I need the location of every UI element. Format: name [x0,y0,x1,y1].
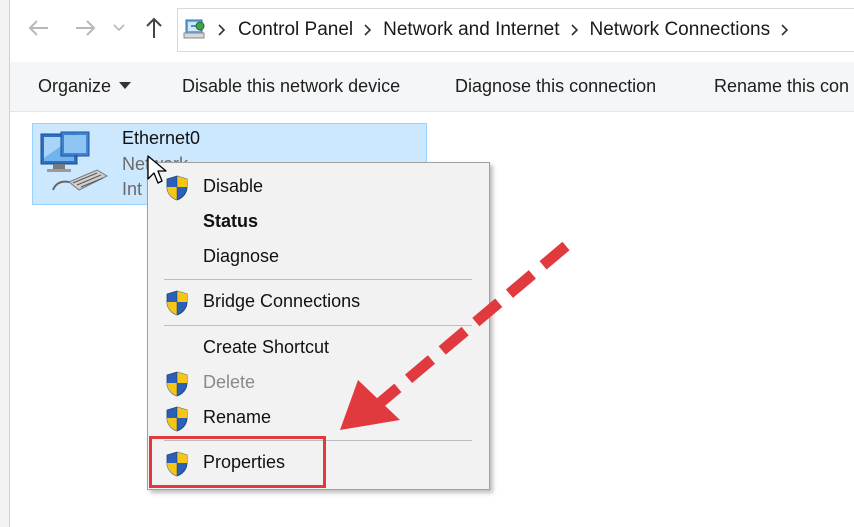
diagnose-connection-button[interactable]: Diagnose this connection [455,62,656,111]
uac-shield-icon [165,290,189,316]
menu-item-label: Diagnose [203,246,280,266]
menu-item-label: Delete [203,372,256,392]
uac-shield-icon [165,406,189,432]
network-adapter-icon [39,130,111,200]
annotation-arrow-icon [340,241,570,430]
forward-arrow-icon[interactable] [72,14,98,42]
breadcrumb-network-connections[interactable]: Network Connections [590,19,771,41]
properties-highlight-box [149,436,326,488]
menu-item-label: Rename [203,407,272,427]
address-bar[interactable]: Control Panel Network and Internet Netwo… [177,8,854,52]
menu-item-label: Status [203,211,259,231]
uac-shield-icon [165,371,189,397]
up-arrow-icon[interactable] [141,14,167,42]
breadcrumb-separator-icon [218,24,238,36]
menu-item-disable[interactable]: Disable [148,170,489,204]
command-toolbar: Organize Disable this network device Dia… [0,62,854,112]
dropdown-caret-icon [119,81,132,89]
chevron-down-icon[interactable] [110,14,128,42]
menu-item-label: Create Shortcut [203,337,330,357]
connection-adapter-name: Int [122,179,143,199]
breadcrumb-separator-icon [560,24,590,36]
breadcrumb-control-panel[interactable]: Control Panel [238,19,353,41]
breadcrumb-network-and-internet[interactable]: Network and Internet [383,19,559,41]
rename-connection-button[interactable]: Rename this con [714,62,849,111]
menu-item-label: Disable [203,176,264,196]
control-panel-icon [182,18,208,42]
mouse-cursor-icon [147,155,169,187]
disable-device-button[interactable]: Disable this network device [182,62,400,111]
window-left-edge [0,0,10,527]
breadcrumb-separator-icon [353,24,383,36]
address-row: Control Panel Network and Internet Netwo… [0,0,854,62]
back-arrow-icon[interactable] [26,14,52,42]
organize-label: Organize [38,76,112,96]
organize-button[interactable]: Organize [38,62,132,111]
connection-name: Ethernet0 [122,128,201,148]
breadcrumb-separator-icon[interactable] [770,24,800,36]
